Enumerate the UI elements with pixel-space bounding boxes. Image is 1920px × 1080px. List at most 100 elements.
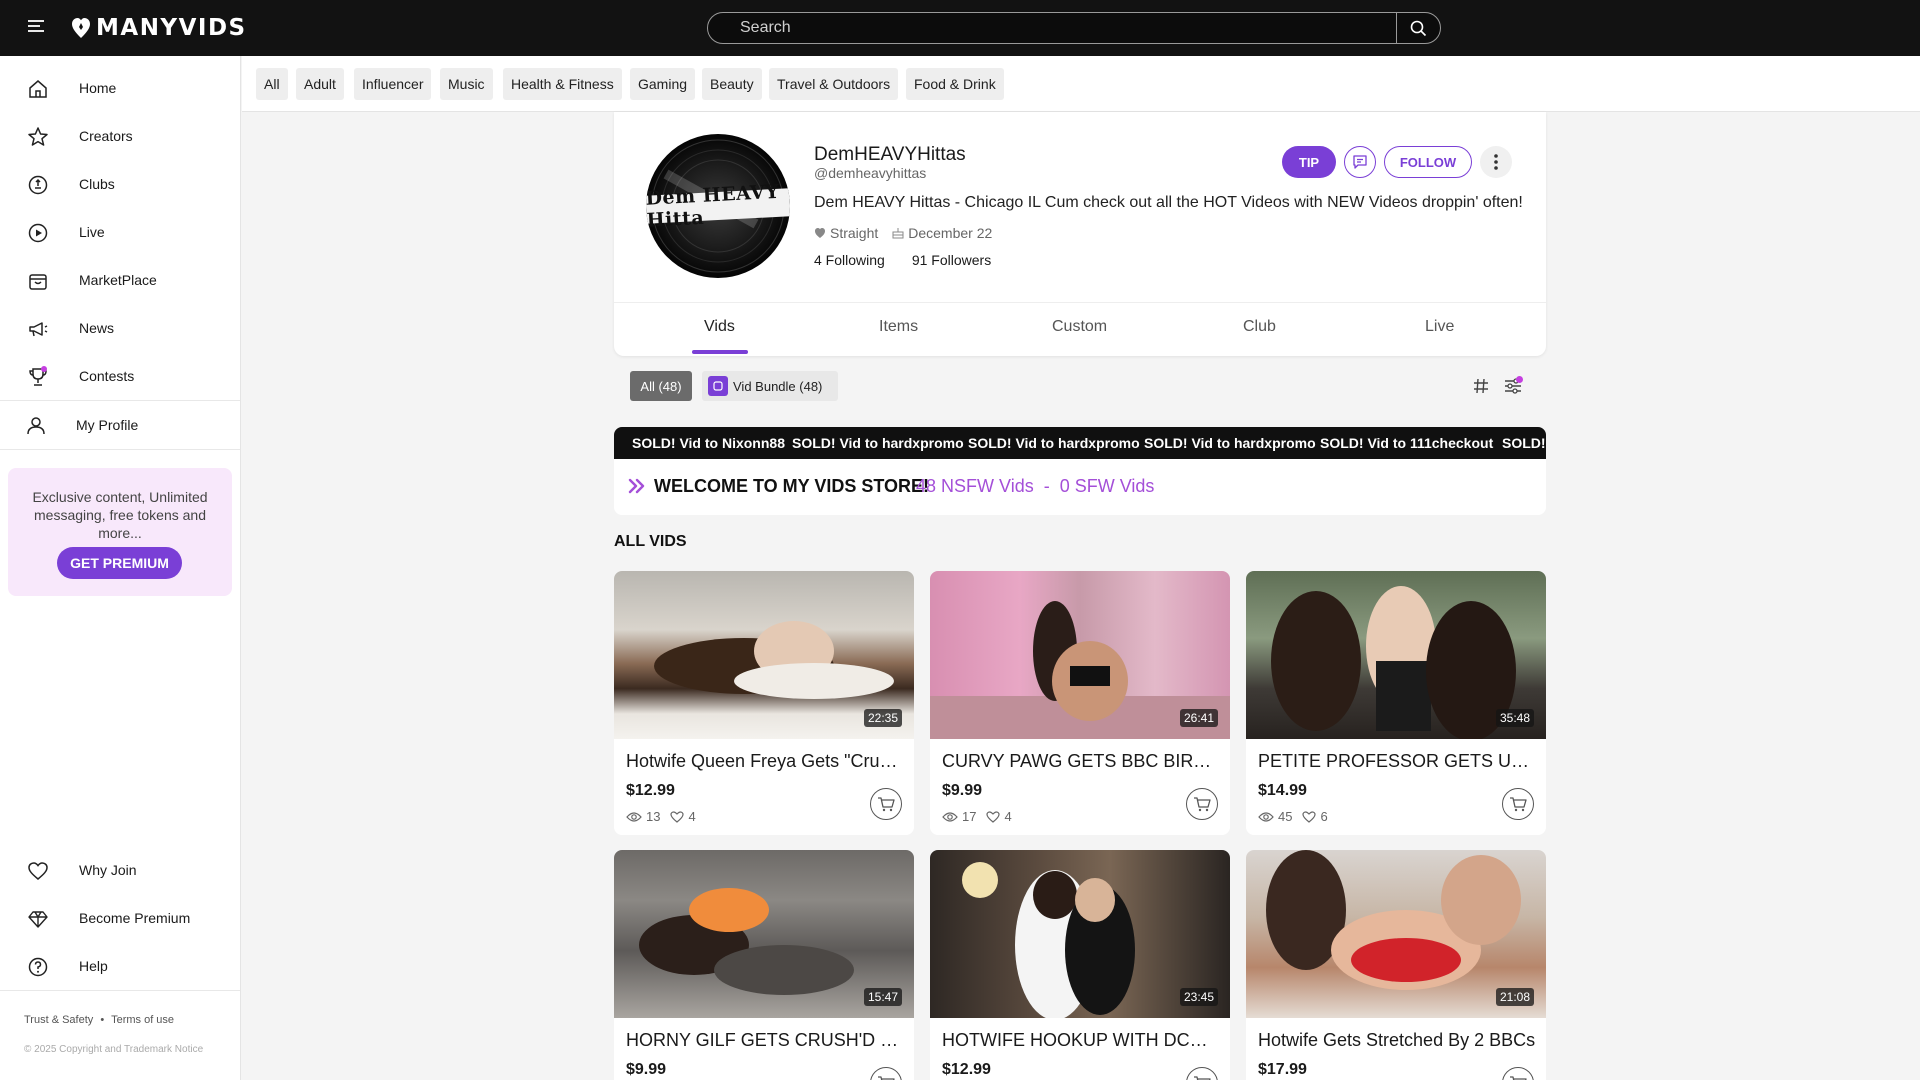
category-gaming[interactable]: Gaming [630, 68, 696, 100]
add-to-cart-button[interactable] [1186, 1067, 1218, 1080]
tip-button[interactable]: TIP [1282, 146, 1336, 178]
video-title[interactable]: HORNY GILF GETS CRUSH'D BY BBC [626, 1030, 904, 1051]
video-duration: 35:48 [1495, 709, 1534, 727]
category-influencer[interactable]: Influencer [354, 68, 432, 100]
sidebar-item-contests[interactable]: Contests [0, 356, 240, 396]
add-to-cart-button[interactable] [1186, 788, 1218, 820]
add-to-cart-button[interactable] [1502, 1067, 1534, 1080]
video-card[interactable]: 22:35 Hotwife Queen Freya Gets "Crush'd"… [614, 571, 914, 835]
help-icon [28, 957, 48, 977]
video-price: $17.99 [1258, 1061, 1307, 1078]
sidebar-item-label: Home [79, 80, 117, 96]
sidebar-item-why-join[interactable]: Why Join [0, 850, 240, 890]
sidebar-item-label: My Profile [76, 417, 139, 433]
diamond-icon [28, 911, 48, 928]
ticker-item: SOLD! Vid to hardxpromo [792, 435, 964, 451]
heart-icon [28, 862, 48, 880]
profile-card: Dem HEAVY Hitta DemHEAVYHittas @demheavy… [614, 112, 1546, 356]
video-duration: 21:08 [1495, 988, 1534, 1006]
sidebar-item-label: Become Premium [79, 910, 191, 926]
category-food-drink[interactable]: Food & Drink [906, 68, 1004, 100]
video-title[interactable]: CURVY PAWG GETS BBC BIRTHDAY GIFT [942, 751, 1220, 772]
live-icon [28, 223, 48, 243]
welcome-banner: WELCOME TO MY VIDS STORE! 48 NSFW Vids -… [614, 459, 1546, 515]
avatar[interactable]: Dem HEAVY Hitta [646, 134, 790, 278]
sidebar-item-my-profile[interactable]: My Profile [0, 405, 240, 445]
video-title[interactable]: PETITE PROFESSOR GETS UNFORGETTABLE [1258, 751, 1536, 772]
sidebar-item-creators[interactable]: Creators [0, 116, 240, 156]
category-adult[interactable]: Adult [296, 68, 344, 100]
category-beauty[interactable]: Beauty [702, 68, 762, 100]
video-card[interactable]: 23:45 HOTWIFE HOOKUP WITH DCRUSH $12.99 [930, 850, 1230, 1080]
search-button[interactable] [1396, 13, 1440, 43]
add-to-cart-button[interactable] [870, 1067, 902, 1080]
get-premium-button[interactable]: GET PREMIUM [57, 547, 182, 579]
logo[interactable]: MANYVIDS [72, 14, 247, 42]
follow-button[interactable]: FOLLOW [1384, 146, 1472, 178]
filter-vid-bundle-button[interactable]: Vid Bundle (48) [702, 371, 838, 401]
section-title: ALL VIDS [614, 533, 687, 550]
category-health-fitness[interactable]: Health & Fitness [503, 68, 622, 100]
sidebar-item-live[interactable]: Live [0, 212, 240, 252]
video-title[interactable]: Hotwife Queen Freya Gets "Crush'd" By A … [626, 751, 904, 772]
search-input[interactable] [708, 13, 1396, 43]
category-bar: All Adult Influencer Music Health & Fitn… [242, 56, 1920, 112]
more-options-button[interactable] [1480, 146, 1512, 178]
promo-text: Exclusive content, Unlimited messaging, … [32, 489, 208, 541]
views-icon [942, 811, 958, 822]
creator-handle: @demheavyhittas [814, 165, 927, 181]
video-title[interactable]: Hotwife Gets Stretched By 2 BBCs [1258, 1030, 1536, 1051]
category-music[interactable]: Music [440, 68, 493, 100]
tab-club[interactable]: Club [1243, 318, 1276, 336]
creator-name[interactable]: DemHEAVYHittas [814, 144, 966, 166]
category-travel-outdoors[interactable]: Travel & Outdoors [769, 68, 899, 100]
sidebar-item-become-premium[interactable]: Become Premium [0, 898, 240, 938]
birthday-text: December 22 [908, 225, 993, 241]
video-card[interactable]: 15:47 HORNY GILF GETS CRUSH'D BY BBC $9.… [614, 850, 914, 1080]
logo-heart-icon [72, 18, 90, 38]
hashtag-icon[interactable] [1472, 377, 1490, 395]
orientation-icon [815, 228, 825, 238]
welcome-title: WELCOME TO MY VIDS STORE! [654, 476, 930, 496]
sidebar-item-clubs[interactable]: Clubs [0, 164, 240, 204]
cart-icon [1510, 1076, 1527, 1080]
sidebar-item-news[interactable]: News [0, 308, 240, 348]
tab-live[interactable]: Live [1425, 318, 1454, 336]
video-card[interactable]: 21:08 Hotwife Gets Stretched By 2 BBCs $… [1246, 850, 1546, 1080]
followers-count[interactable]: 91 Followers [912, 252, 991, 268]
message-button[interactable] [1344, 146, 1376, 178]
ticker-item: SOLD! Vid to hardxpromo [1144, 435, 1316, 451]
megaphone-icon [29, 322, 48, 337]
views-count: 13 [646, 809, 661, 824]
category-all[interactable]: All [256, 68, 288, 100]
sidebar-item-label: Clubs [79, 176, 115, 192]
menu-icon[interactable] [28, 20, 44, 34]
likes-count: 6 [1320, 809, 1328, 824]
sidebar-item-home[interactable]: Home [0, 68, 240, 108]
video-card[interactable]: 26:41 CURVY PAWG GETS BBC BIRTHDAY GIFT … [930, 571, 1230, 835]
add-to-cart-button[interactable] [1502, 788, 1534, 820]
video-title[interactable]: HOTWIFE HOOKUP WITH DCRUSH [942, 1030, 1220, 1051]
following-count[interactable]: 4 Following [814, 252, 885, 268]
copyright-text[interactable]: © 2025 Copyright and Trademark Notice [24, 1044, 203, 1055]
sidebar: Home Creators Clubs Live MarketPlace New… [0, 56, 241, 1080]
sidebar-item-label: Help [79, 958, 108, 974]
video-stats: 45 6 [1258, 809, 1328, 824]
tab-vids[interactable]: Vids [704, 318, 735, 336]
add-to-cart-button[interactable] [870, 788, 902, 820]
sidebar-item-help[interactable]: Help [0, 946, 240, 986]
logo-text: MANYVIDS [96, 15, 247, 41]
birthday-icon [892, 228, 904, 239]
terms-link[interactable]: Terms of use [111, 1014, 174, 1026]
message-icon [1353, 155, 1367, 169]
ticker-item: SOLD! Vid to Nixonn88 [632, 435, 785, 451]
likes-count: 4 [1004, 809, 1012, 824]
bag-icon [29, 274, 47, 290]
tab-items[interactable]: Items [879, 318, 918, 336]
sidebar-item-marketplace[interactable]: MarketPlace [0, 260, 240, 300]
trust-safety-link[interactable]: Trust & Safety [24, 1014, 93, 1026]
divider [614, 302, 1546, 303]
video-card[interactable]: 35:48 PETITE PROFESSOR GETS UNFORGETTABL… [1246, 571, 1546, 835]
filter-all-button[interactable]: All (48) [630, 371, 692, 401]
tab-custom[interactable]: Custom [1052, 318, 1107, 336]
